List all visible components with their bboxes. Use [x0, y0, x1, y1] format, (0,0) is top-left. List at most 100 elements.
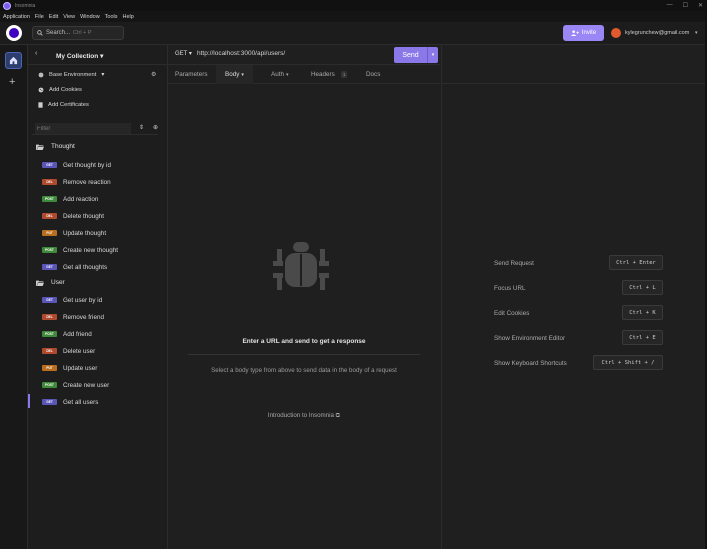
- search-button[interactable]: Search... Ctrl + P: [32, 26, 124, 40]
- method-badge: DEL: [42, 179, 57, 185]
- request-item[interactable]: GET Get user by id: [42, 293, 162, 307]
- request-item[interactable]: PUT Update user: [42, 361, 162, 375]
- empty-state-subtitle: Select a body type from above to send da…: [211, 367, 397, 374]
- collection-title[interactable]: My Collection ▾: [56, 52, 103, 60]
- request-item[interactable]: GET Get all thoughts: [42, 260, 162, 274]
- request-label: Remove reaction: [63, 178, 111, 186]
- search-label: Search...: [46, 30, 71, 36]
- folder-user[interactable]: User: [36, 279, 65, 286]
- window-title: Insomnia: [15, 2, 36, 9]
- menu-file[interactable]: File: [35, 14, 44, 20]
- left-rail: +: [0, 45, 28, 549]
- folder-open-icon: [36, 144, 44, 150]
- add-project-button[interactable]: +: [9, 76, 15, 88]
- home-button[interactable]: [5, 52, 22, 69]
- request-item[interactable]: POST Create new thought: [42, 243, 162, 257]
- collection-header: ‹ My Collection ▾: [28, 45, 168, 65]
- request-item[interactable]: POST Add friend: [42, 327, 162, 341]
- add-icon[interactable]: ⊕: [153, 124, 158, 131]
- sidebar: ‹ My Collection ▾ Base Environment ▾ ⚙ A…: [28, 45, 168, 549]
- shortcut-keys: Ctrl + L: [622, 280, 663, 295]
- external-link-icon: ⧉: [335, 412, 341, 419]
- divider: [188, 354, 420, 355]
- add-cookies-button[interactable]: Add Cookies: [38, 83, 163, 97]
- method-badge: DEL: [42, 213, 57, 219]
- tab-parameters[interactable]: Parameters: [175, 65, 208, 84]
- method-badge: DEL: [42, 314, 57, 320]
- app-header: Search... Ctrl + P Invite kylegrunchew@g…: [0, 22, 707, 45]
- method-badge: POST: [42, 331, 57, 337]
- minimize-button[interactable]: —: [667, 2, 673, 9]
- request-item[interactable]: POST Add reaction: [42, 192, 162, 206]
- request-item[interactable]: DEL Delete user: [42, 344, 162, 358]
- gear-icon[interactable]: ⚙: [151, 72, 156, 78]
- tab-headers[interactable]: Headers 1: [311, 65, 348, 84]
- folder-open-icon: [36, 280, 44, 286]
- request-item[interactable]: PUT Update thought: [42, 226, 162, 240]
- add-certificates-button[interactable]: Add Certificates: [38, 98, 163, 112]
- cookie-icon: [38, 87, 44, 93]
- method-badge: GET: [42, 264, 57, 270]
- title-bar: Insomnia — ☐ ✕: [0, 0, 707, 11]
- menu-tools[interactable]: Tools: [105, 14, 118, 20]
- method-selector[interactable]: GET ▾: [175, 50, 192, 57]
- environment-selector[interactable]: Base Environment ▾ ⚙: [38, 68, 163, 82]
- shortcut-label: Send Request: [494, 260, 534, 267]
- shortcut-keys: Ctrl + Enter: [609, 255, 663, 270]
- shortcut-label: Show Keyboard Shortcuts: [494, 360, 567, 367]
- chevron-down-icon: ▾: [101, 72, 105, 78]
- menu-bar: Application File Edit View Window Tools …: [0, 11, 707, 22]
- request-label: Delete thought: [63, 212, 104, 220]
- url-bar: GET ▾ http://localhost:3000/api/users/ S…: [168, 45, 440, 65]
- avatar[interactable]: [611, 28, 621, 38]
- search-icon: [37, 30, 43, 36]
- send-button[interactable]: Send: [394, 47, 427, 63]
- tab-auth[interactable]: Auth ▾: [271, 65, 288, 84]
- method-badge: POST: [42, 247, 57, 253]
- bug-icon: [273, 242, 329, 290]
- request-item[interactable]: DEL Delete thought: [42, 209, 162, 223]
- menu-help[interactable]: Help: [123, 14, 134, 20]
- maximize-button[interactable]: ☐: [683, 2, 688, 9]
- filter-input[interactable]: [35, 123, 131, 134]
- chevron-down-icon[interactable]: ▾: [427, 47, 438, 63]
- close-button[interactable]: ✕: [698, 2, 703, 9]
- user-email[interactable]: kylegrunchew@gmail.com: [625, 30, 689, 36]
- sort-icon[interactable]: ⇕: [139, 124, 144, 131]
- request-item[interactable]: POST Create new user: [42, 378, 162, 392]
- tab-docs[interactable]: Docs: [366, 65, 380, 84]
- chevron-left-icon[interactable]: ‹: [35, 50, 37, 57]
- shortcut-label: Show Environment Editor: [494, 335, 566, 342]
- insomnia-logo-icon[interactable]: [6, 25, 22, 41]
- request-label: Add friend: [63, 330, 92, 338]
- request-label: Get all thoughts: [63, 263, 108, 271]
- shortcut-label: Focus URL: [494, 285, 526, 292]
- folder-thought[interactable]: Thought: [36, 143, 75, 150]
- method-badge: GET: [42, 162, 57, 168]
- window-controls: — ☐ ✕: [667, 2, 703, 9]
- invite-button[interactable]: Invite: [563, 25, 604, 41]
- menu-view[interactable]: View: [63, 14, 75, 20]
- intro-link[interactable]: Introduction to Insomnia ⧉: [168, 412, 440, 420]
- method-badge: PUT: [42, 365, 57, 371]
- chevron-down-icon[interactable]: ▾: [695, 30, 698, 36]
- request-item[interactable]: GET Get thought by id: [42, 158, 162, 172]
- shortcut-keys: Ctrl + K: [622, 305, 663, 320]
- menu-window[interactable]: Window: [80, 14, 100, 20]
- search-shortcut: Ctrl + P: [73, 30, 92, 36]
- menu-application[interactable]: Application: [3, 14, 30, 20]
- globe-icon: [38, 72, 44, 78]
- method-badge: GET: [42, 399, 57, 405]
- folder-label: User: [51, 279, 65, 286]
- home-icon: [9, 56, 18, 65]
- folder-label: Thought: [51, 143, 75, 150]
- request-item[interactable]: DEL Remove reaction: [42, 175, 162, 189]
- invite-label: Invite: [581, 30, 597, 36]
- tab-body[interactable]: Body ▾: [216, 65, 253, 84]
- request-item-active[interactable]: GET Get all users: [42, 395, 162, 409]
- shortcut-keys: Ctrl + E: [622, 330, 663, 345]
- headers-count: 1: [340, 71, 348, 78]
- request-item[interactable]: DEL Remove friend: [42, 310, 162, 324]
- menu-edit[interactable]: Edit: [49, 14, 58, 20]
- url-input[interactable]: http://localhost:3000/api/users/: [197, 50, 285, 57]
